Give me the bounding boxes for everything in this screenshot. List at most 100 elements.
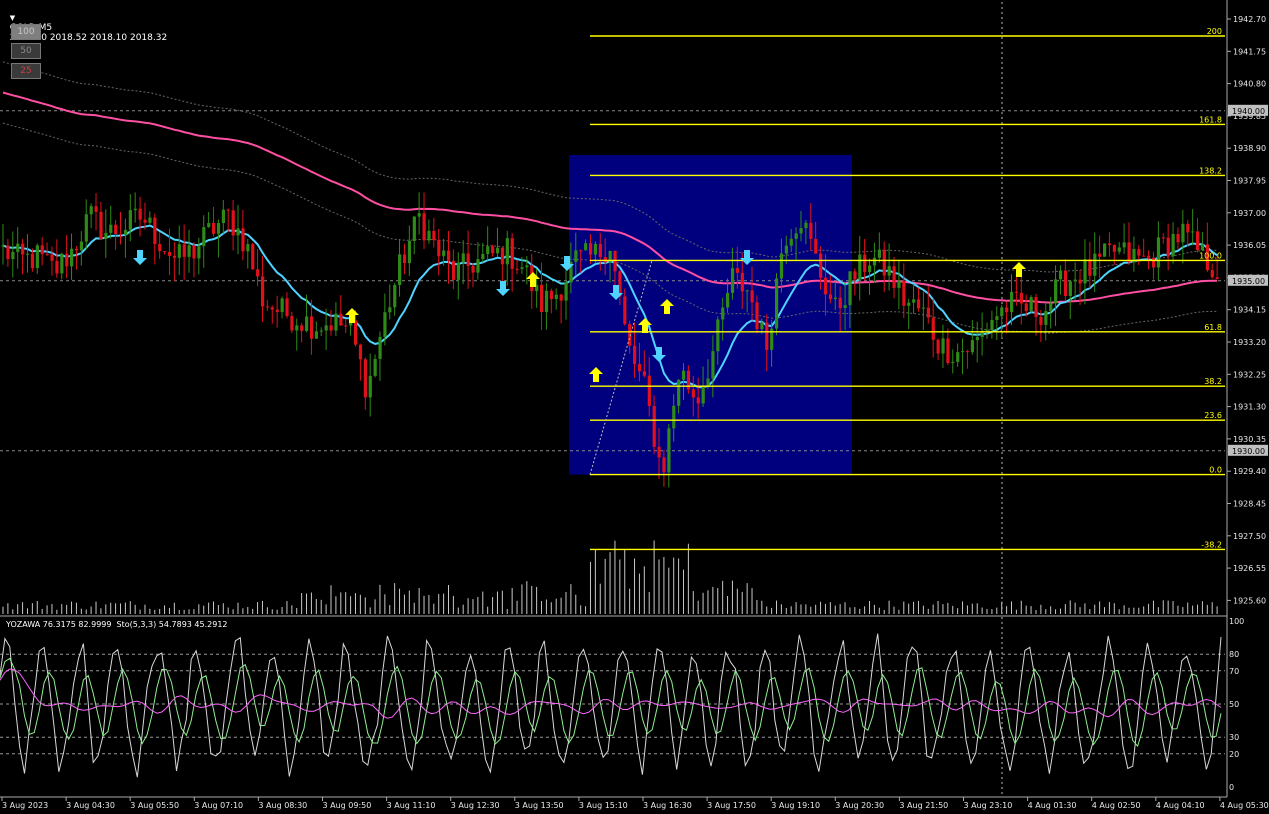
bull-bar <box>216 223 221 234</box>
bear-bar <box>260 276 265 307</box>
bear-bar <box>437 240 441 257</box>
bear-bar <box>30 253 35 269</box>
bull-bar <box>319 330 323 332</box>
bull-bar <box>84 214 88 242</box>
bull-bar <box>941 338 945 354</box>
x-tick-label: 3 Aug 16:30 <box>643 801 692 810</box>
osc-y-tick-label: 100 <box>1229 617 1244 626</box>
y-tick-label: 1929.40 <box>1233 467 1266 476</box>
zoom-button-100[interactable]: 100 <box>11 24 41 40</box>
bear-bar <box>21 243 25 255</box>
y-tick-label: 1930.35 <box>1233 435 1266 444</box>
bear-bar <box>1215 277 1219 280</box>
bull-bar <box>89 206 93 215</box>
bull-bar <box>975 336 979 341</box>
bear-bar <box>652 405 656 447</box>
bull-bar <box>221 209 226 224</box>
bear-bar <box>251 244 255 270</box>
bull-bar <box>779 253 784 279</box>
bull-bar <box>584 243 588 251</box>
y-tick-label: 1925.60 <box>1233 596 1266 605</box>
bear-bar <box>1186 223 1190 233</box>
price-marker-label: 1935.00 <box>1232 277 1265 286</box>
bear-bar <box>755 302 759 330</box>
bear-bar <box>74 248 79 251</box>
bear-bar <box>515 268 519 270</box>
bull-bar <box>1117 247 1121 252</box>
stoch-signal-line <box>0 668 1222 719</box>
y-tick-label: 1931.30 <box>1233 403 1266 412</box>
yozawa-line <box>0 633 1222 778</box>
bear-bar <box>598 243 602 257</box>
osc-y-tick-label: 80 <box>1229 650 1239 659</box>
x-tick-label: 3 Aug 15:10 <box>579 801 628 810</box>
x-tick-label: 3 Aug 04:30 <box>66 801 115 810</box>
down-arrow-icon <box>496 281 510 296</box>
osc-y-tick-label: 30 <box>1229 733 1239 742</box>
osc-y-tick-label: 0 <box>1229 783 1234 792</box>
bull-bar <box>833 297 837 300</box>
bull-bar <box>486 246 490 255</box>
bull-bar <box>990 320 994 331</box>
bear-bar <box>1166 237 1170 257</box>
bull-bar <box>383 312 387 337</box>
bull-bar <box>730 268 735 293</box>
bull-bar <box>951 361 955 364</box>
bull-bar <box>784 245 788 254</box>
bear-bar <box>300 325 304 331</box>
bull-bar <box>956 352 960 362</box>
bear-bar <box>696 397 700 404</box>
bull-bar <box>70 248 74 267</box>
bull-bar <box>574 250 578 262</box>
bull-bar <box>848 271 852 306</box>
fib-level-label: 23.6 <box>1204 411 1222 420</box>
bull-bar <box>1 245 5 247</box>
bull-bar <box>202 227 206 247</box>
bull-bar <box>456 262 460 280</box>
bear-bar <box>819 253 823 278</box>
bear-bar <box>114 224 118 234</box>
y-tick-label: 1938.90 <box>1233 144 1266 153</box>
bear-bar <box>1063 270 1068 296</box>
y-tick-label: 1928.45 <box>1233 500 1266 509</box>
zoom-button-25[interactable]: 25 <box>11 63 41 79</box>
down-arrow-icon <box>133 250 147 265</box>
bull-bar <box>897 280 901 288</box>
bull-bar <box>677 379 681 406</box>
bear-bar <box>65 253 69 267</box>
bull-bar <box>887 266 891 276</box>
bear-bar <box>265 306 270 308</box>
bull-bar <box>868 265 872 272</box>
bear-bar <box>902 280 906 306</box>
bull-bar <box>407 240 412 264</box>
bear-bar <box>1005 307 1009 313</box>
bull-bar <box>133 208 137 211</box>
bear-bar <box>603 256 607 263</box>
bear-bar <box>1196 231 1200 251</box>
dropdown-triangle-icon[interactable]: ▼ <box>10 14 15 22</box>
bull-bar <box>104 232 108 240</box>
bull-bar <box>476 259 480 273</box>
bull-bar <box>378 336 382 359</box>
bear-bar <box>623 296 627 325</box>
bear-bar <box>549 290 554 300</box>
x-tick-label: 3 Aug 23:10 <box>964 801 1013 810</box>
osc-y-tick-label: 70 <box>1229 667 1239 676</box>
bear-bar <box>192 245 196 259</box>
x-tick-label: 3 Aug 2023 <box>2 801 48 810</box>
x-tick-label: 3 Aug 08:30 <box>258 801 307 810</box>
bear-bar <box>1019 292 1023 304</box>
y-tick-label: 1937.00 <box>1233 209 1266 218</box>
bear-bar <box>309 316 314 339</box>
bull-bar <box>187 245 191 257</box>
bear-bar <box>422 213 426 241</box>
bull-bar <box>246 244 250 252</box>
bull-bar <box>177 244 181 258</box>
zoom-button-50[interactable]: 50 <box>11 43 41 59</box>
chart-canvas[interactable]: 200161.8138.2100.061.838.223.60.0-38.2 1… <box>0 0 1269 814</box>
bear-bar <box>838 297 842 309</box>
bear-bar <box>662 457 666 473</box>
x-tick-label: 4 Aug 05:30 <box>1220 801 1269 810</box>
bear-bar <box>946 338 950 364</box>
bull-bar <box>461 253 465 263</box>
